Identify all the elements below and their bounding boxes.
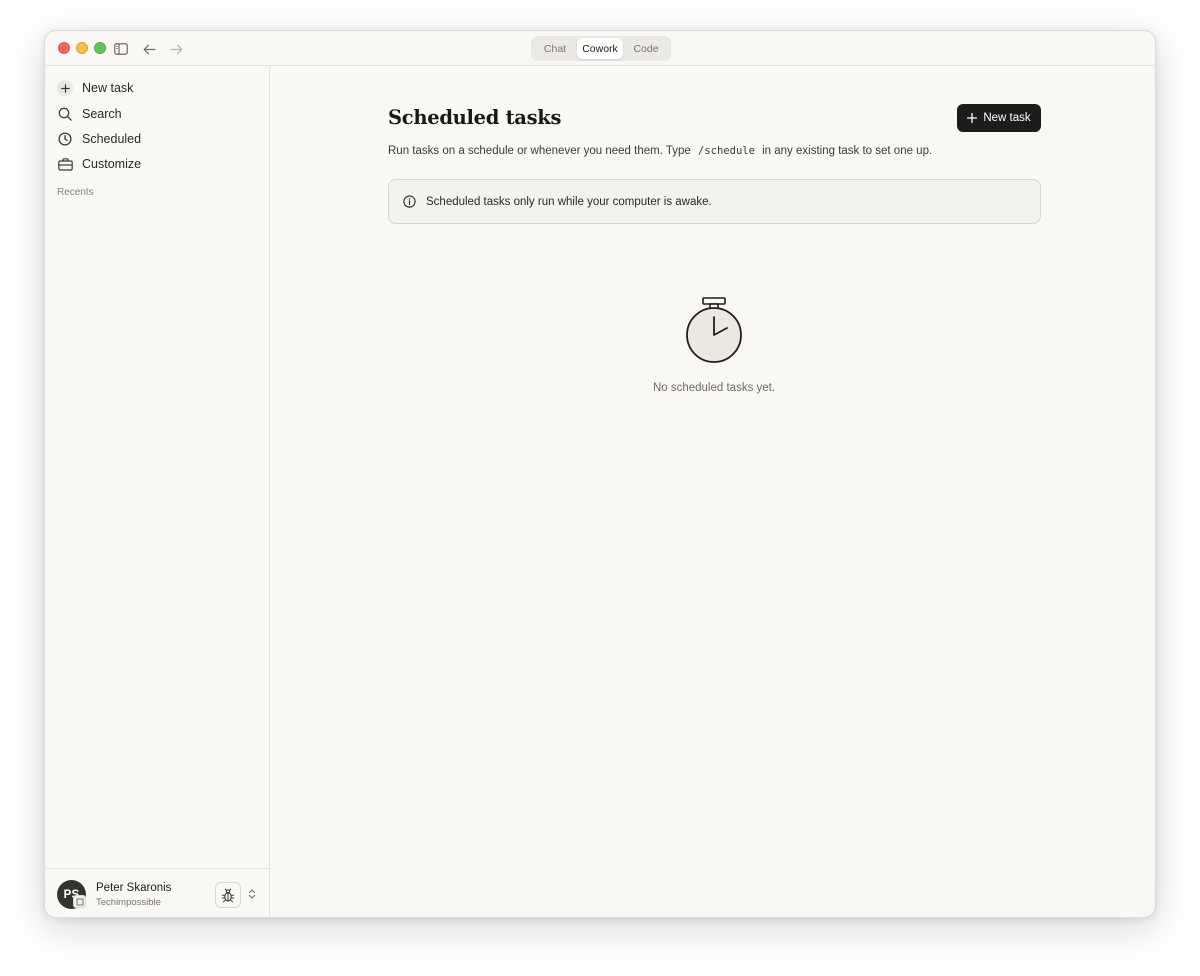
sidebar-item-scheduled[interactable]: Scheduled — [55, 128, 260, 150]
schedule-command: /schedule — [698, 145, 755, 157]
building-icon — [73, 895, 86, 908]
title-bar: Chat Cowork Code — [45, 31, 1155, 66]
back-arrow-icon[interactable] — [140, 40, 158, 58]
main-content: Scheduled tasks New task Run tasks on a … — [271, 66, 1155, 917]
zoom-window-button[interactable] — [94, 42, 106, 54]
info-notice: Scheduled tasks only run while your comp… — [388, 179, 1041, 224]
mode-switcher: Chat Cowork Code — [531, 36, 671, 61]
plus-icon — [57, 80, 73, 96]
sidebar-item-customize[interactable]: Customize — [55, 153, 260, 175]
user-organization: Techimpossible — [96, 897, 161, 908]
user-name: Peter Skaronis — [96, 882, 172, 894]
recents-heading: Recents — [57, 187, 94, 198]
sidebar-item-label: Customize — [82, 157, 142, 171]
sidebar-item-label: Scheduled — [82, 132, 142, 146]
bug-report-button[interactable] — [215, 882, 241, 908]
description-text-start: Run tasks on a schedule or whenever you … — [388, 145, 691, 157]
forward-arrow-icon[interactable] — [167, 40, 185, 58]
new-task-button[interactable]: New task — [957, 104, 1041, 132]
tab-chat[interactable]: Chat — [533, 38, 577, 59]
minimize-window-button[interactable] — [76, 42, 88, 54]
sidebar-item-label: Search — [82, 107, 122, 121]
clock-icon — [57, 131, 73, 147]
page-description: Run tasks on a schedule or whenever you … — [388, 145, 932, 157]
tab-code[interactable]: Code — [623, 38, 669, 59]
chevron-up-down-icon[interactable] — [247, 886, 257, 902]
user-menu[interactable]: PS Peter Skaronis Techimpossible — [45, 868, 270, 917]
search-icon — [57, 106, 73, 122]
sidebar-item-label: New task — [82, 81, 134, 95]
sidebar: New task Search Scheduled Customize Rece… — [45, 66, 270, 917]
plus-icon — [967, 113, 978, 123]
info-icon — [402, 195, 416, 209]
empty-state-message: No scheduled tasks yet. — [652, 382, 776, 394]
tab-cowork[interactable]: Cowork — [577, 38, 623, 59]
notice-text: Scheduled tasks only run while your comp… — [426, 195, 712, 208]
description-text-end: in any existing task to set one up. — [762, 145, 933, 157]
briefcase-icon — [57, 156, 73, 172]
stopwatch-icon — [683, 296, 745, 364]
sidebar-item-search[interactable]: Search — [55, 103, 260, 125]
bug-icon — [221, 888, 235, 903]
new-task-button-label: New task — [983, 112, 1031, 124]
sidebar-toggle-icon[interactable] — [112, 40, 130, 58]
close-window-button[interactable] — [58, 42, 70, 54]
sidebar-item-new-task[interactable]: New task — [55, 77, 260, 99]
app-window: Chat Cowork Code New task Search Schedul… — [44, 30, 1156, 918]
page-title: Scheduled tasks — [388, 106, 562, 129]
